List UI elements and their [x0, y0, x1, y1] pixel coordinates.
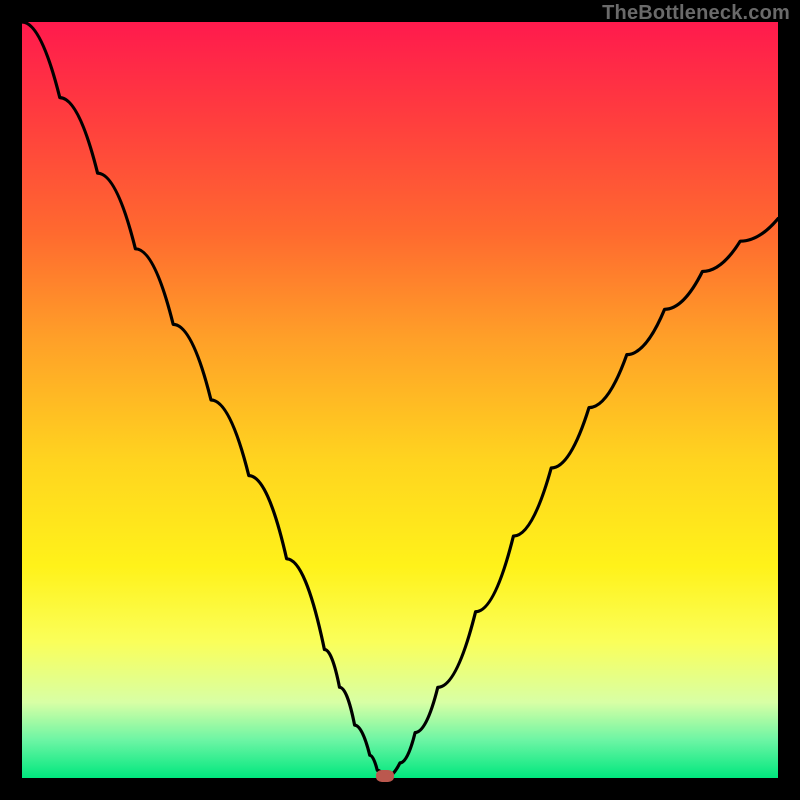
bottleneck-curve [22, 22, 778, 778]
chart-frame: TheBottleneck.com [0, 0, 800, 800]
optimal-point-marker [376, 770, 394, 782]
watermark-text: TheBottleneck.com [602, 2, 790, 25]
chart-plot-area [22, 22, 778, 778]
